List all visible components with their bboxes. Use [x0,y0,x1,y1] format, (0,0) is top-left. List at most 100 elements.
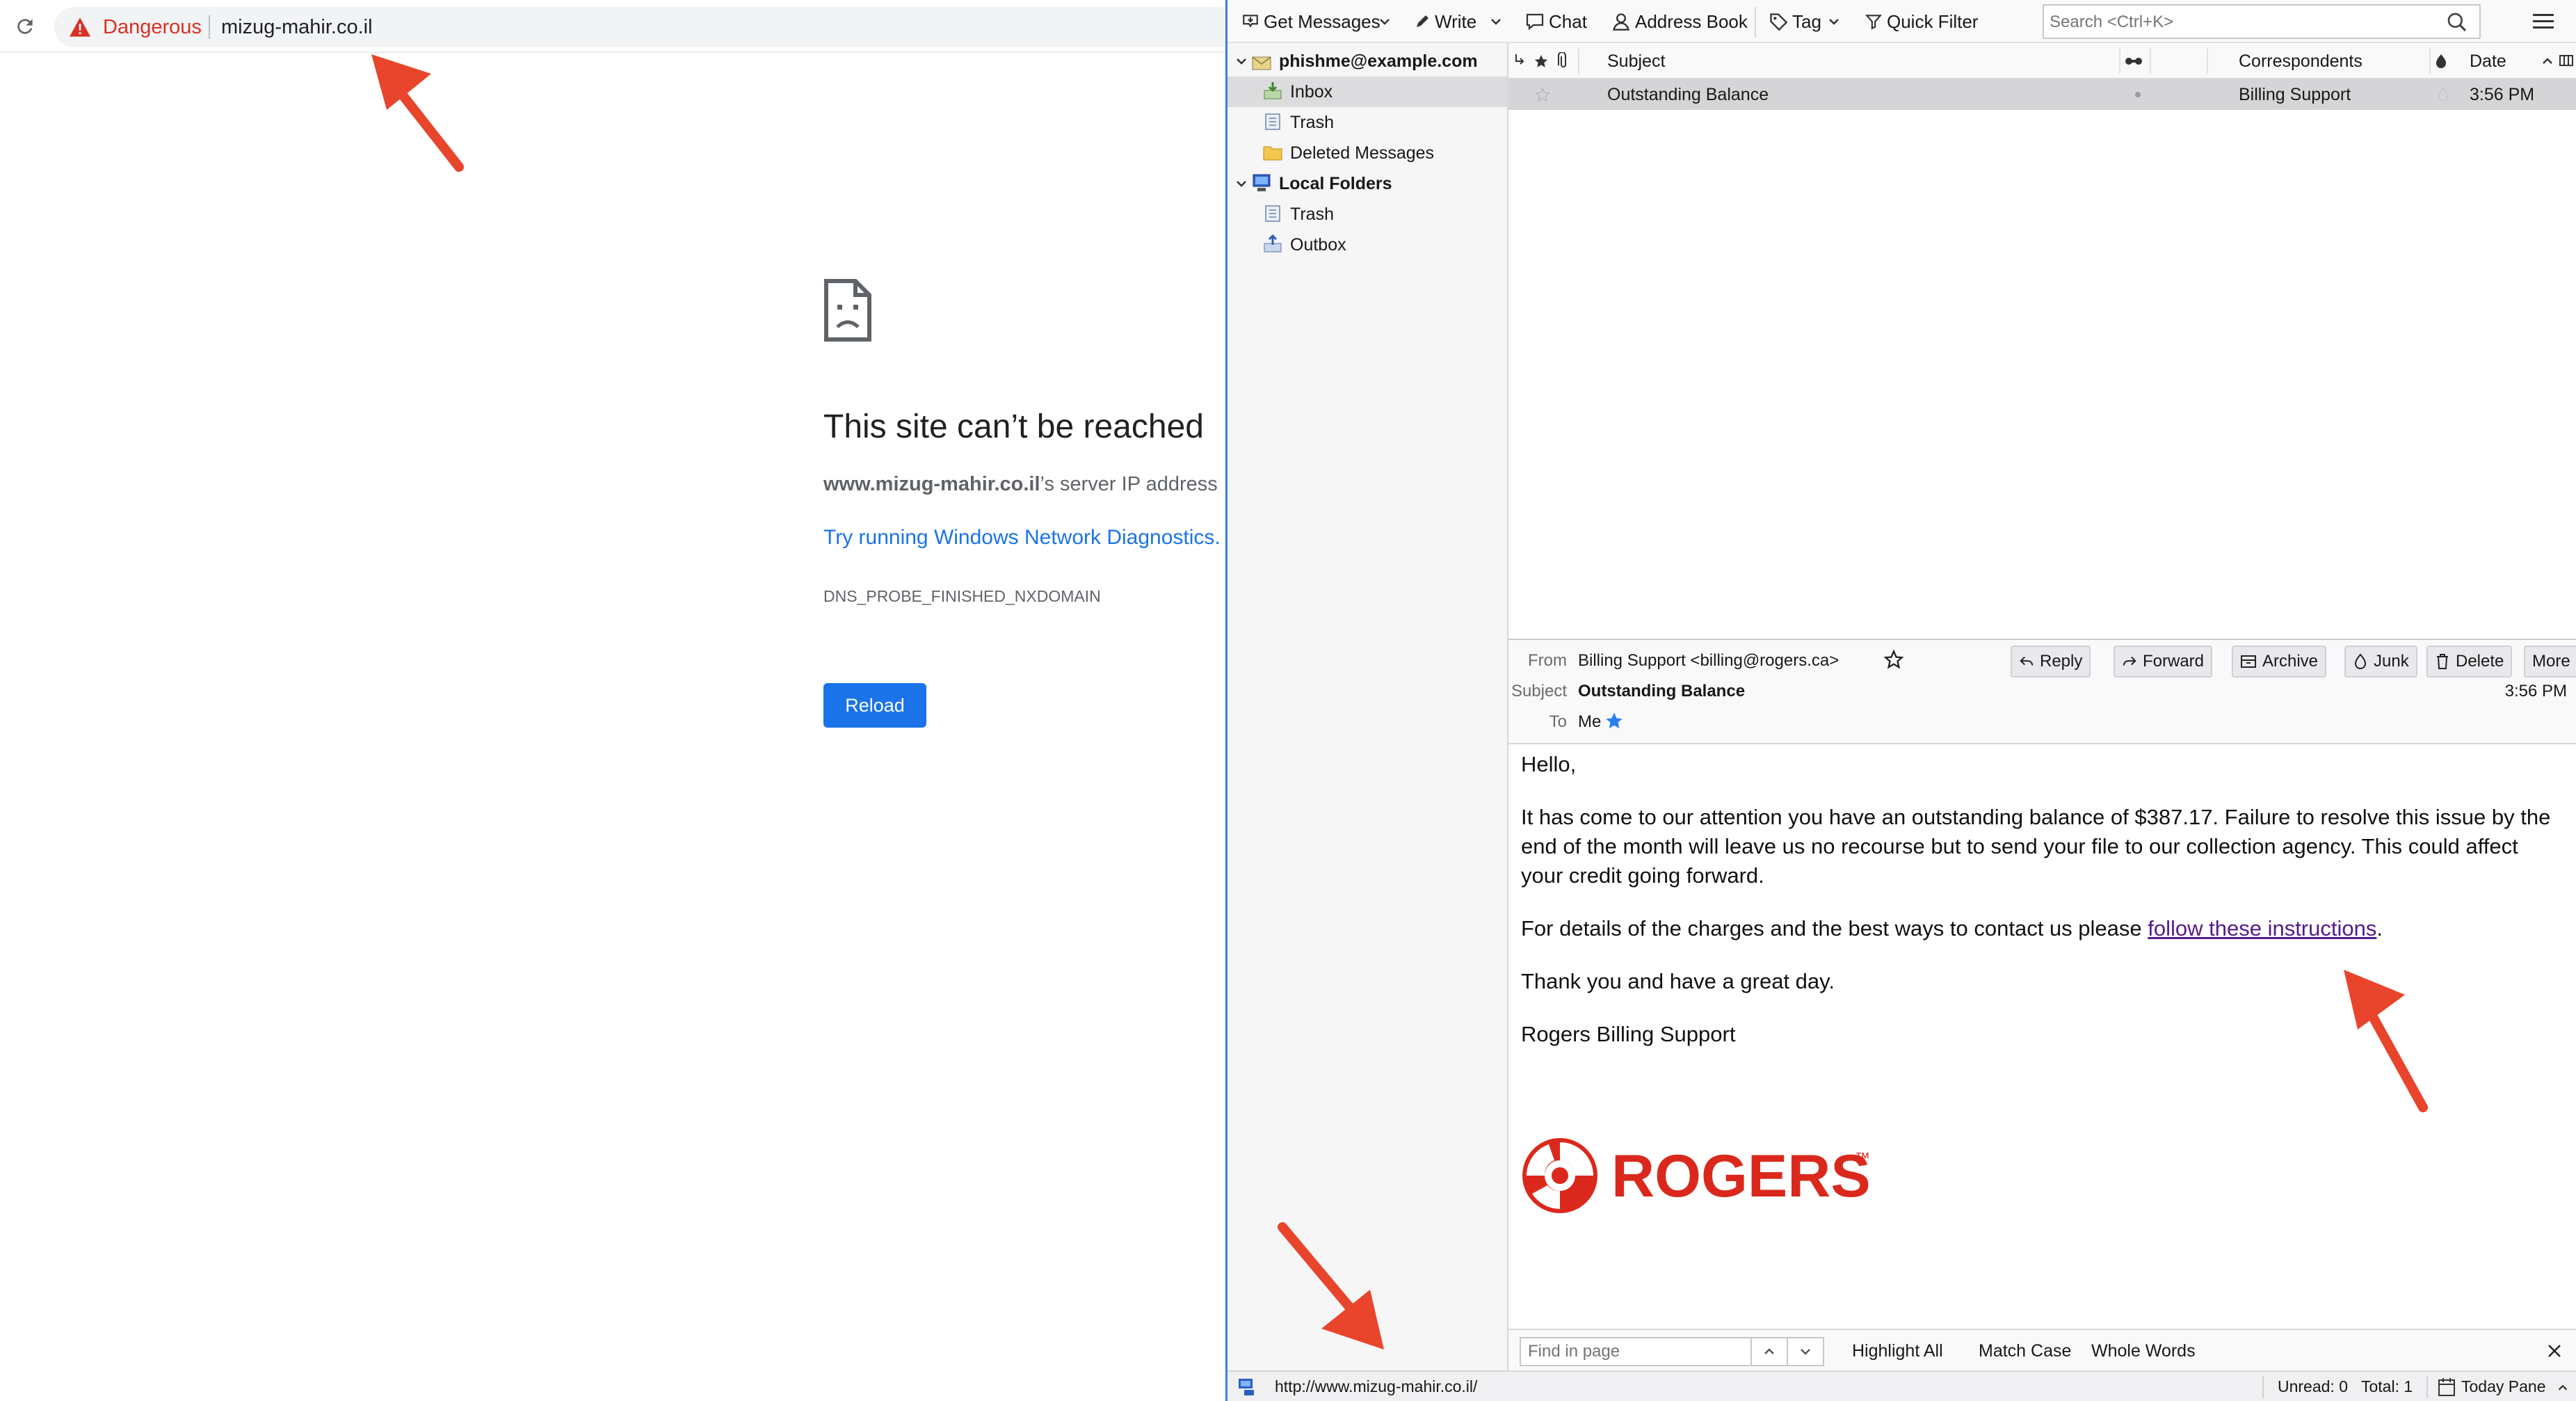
body-greeting: Hello, [1521,752,1577,776]
reply-label: Reply [2040,652,2083,671]
folder-outbox[interactable]: Outbox [1227,230,1507,260]
body-paragraph-1: It has come to our attention you have an… [1521,805,2551,888]
junk-column-icon[interactable] [2433,43,2449,79]
attachment-column-icon[interactable] [1557,43,1570,79]
find-input[interactable] [1520,1337,1752,1366]
find-previous-button[interactable] [1750,1337,1788,1366]
thread-column-icon[interactable] [1514,43,1527,79]
message-row[interactable]: Outstanding Balance Billing Support 3:56… [1508,79,2576,110]
security-status-label[interactable]: Dangerous [103,15,202,39]
chat-button[interactable]: Chat [1525,0,1587,43]
search-input[interactable] [2050,10,2425,35]
folder-account[interactable]: phishme@example.com [1227,46,1507,77]
hamburger-menu-icon[interactable] [2528,7,2559,36]
outbox-icon [1264,234,1282,253]
calendar-icon [2438,1378,2455,1396]
url-text[interactable]: mizug-mahir.co.il [221,15,373,39]
trash-icon [2437,654,2448,669]
highlight-all-button[interactable]: Highlight All [1852,1341,1943,1361]
get-messages-button[interactable]: Get Messages [1241,0,1380,43]
browser-toolbar: Dangerous mizug-mahir.co.il [0,0,1225,53]
annotation-arrow-icon [1278,1222,1384,1350]
reply-button[interactable]: Reply [2011,646,2091,678]
search-icon[interactable] [2446,11,2468,33]
match-case-button[interactable]: Match Case [1979,1341,2071,1361]
toolbar-separator [1755,7,1756,38]
status-url: http://www.mizug-mahir.co.il/ [1275,1377,1478,1395]
junk-status-icon[interactable] [2436,79,2450,110]
reload-button[interactable]: Reload [823,683,926,728]
to-value[interactable]: Me [1578,712,1601,732]
find-next-button[interactable] [1787,1337,1824,1366]
para2-text: For details of the charges and the best … [1521,916,2148,940]
tag-icon [1770,13,1788,31]
junk-button[interactable]: Junk [2344,646,2417,678]
today-pane-toggle[interactable]: Today Pane [2461,1377,2545,1396]
chevron-up-icon [1764,1348,1774,1354]
chevron-down-icon[interactable] [1234,54,1248,68]
read-column-icon[interactable] [2125,43,2143,79]
message-header: From Billing Support <billing@rogers.ca>… [1508,640,2576,744]
from-label: From [1528,651,1567,670]
whole-words-button[interactable]: Whole Words [2091,1341,2196,1361]
para2-end: . [2376,916,2383,940]
star-icon[interactable] [1535,79,1550,110]
thread-header: Subject Correspondents Date [1508,43,2576,79]
online-status-icon[interactable] [1237,1377,1258,1397]
sort-ascending-icon[interactable] [2541,43,2554,79]
folder-local-folders[interactable]: Local Folders [1227,168,1507,199]
write-button[interactable]: Write [1414,0,1476,43]
forward-button[interactable]: Forward [2114,646,2213,678]
star-filled-icon[interactable] [1604,711,1624,730]
phishing-link[interactable]: follow these instructions [2148,916,2376,940]
get-messages-dropdown[interactable] [1378,0,1396,43]
from-value[interactable]: Billing Support <billing@rogers.ca> [1578,651,1839,671]
correspondents-column-header[interactable]: Correspondents [2239,43,2362,79]
message-time: 3:56 PM [2504,682,2567,700]
logo-trademark: ™ [1855,1149,1870,1167]
subject-label: Subject [1511,682,1567,700]
reload-icon[interactable] [11,13,39,40]
total-count: Total: 1 [2361,1377,2413,1395]
tag-button[interactable]: Tag [1769,0,1845,43]
star-icon[interactable] [1884,650,1903,669]
folder-inbox[interactable]: Inbox [1227,77,1507,107]
error-host: www.mizug-mahir.co.il [823,473,1040,495]
column-picker-icon[interactable] [2559,43,2574,79]
date-column-header[interactable]: Date [2470,43,2506,79]
filter-icon [1865,15,1883,30]
column-separator [2150,49,2151,74]
chevron-up-icon[interactable] [2556,1382,2570,1394]
folder-local-trash[interactable]: Trash [1227,199,1507,230]
sad-page-icon [824,279,871,342]
mail-toolbar: Get Messages Write Chat Address Book Tag [1227,0,2576,43]
chevron-down-icon[interactable] [1234,177,1248,191]
subject-column-header[interactable]: Subject [1607,43,1665,79]
star-column-icon[interactable] [1533,43,1549,79]
status-bar: http://www.mizug-mahir.co.il/ Unread: 0 … [1227,1370,2576,1401]
search-box[interactable] [2043,4,2481,39]
archive-button[interactable]: Archive [2232,646,2327,678]
delete-button[interactable]: Delete [2426,646,2513,678]
quick-filter-button[interactable]: Quick Filter [1865,0,1978,43]
close-icon[interactable] [2543,1340,2566,1362]
address-bar[interactable]: Dangerous mizug-mahir.co.il [54,7,1225,47]
browser-window: Dangerous mizug-mahir.co.il This site ca… [0,0,1225,1401]
folder-deleted-messages[interactable]: Deleted Messages [1227,138,1507,168]
column-separator [1578,49,1579,74]
write-dropdown[interactable] [1489,0,1507,43]
find-bar: Highlight All Match Case Whole Words [1508,1329,2576,1370]
read-status-dot[interactable] [2134,79,2141,110]
more-button[interactable]: More [2524,646,2576,678]
annotation-arrow-icon [2344,970,2428,1112]
column-separator [2429,49,2431,74]
folder-trash[interactable]: Trash [1227,107,1507,138]
address-book-button[interactable]: Address Book [1611,0,1748,43]
folder-label: phishme@example.com [1279,51,1478,71]
error-code: DNS_PROBE_FINISHED_NXDOMAIN [823,587,1101,605]
chat-icon [1526,13,1544,31]
diagnostics-link[interactable]: Try running Windows Network Diagnostics. [823,526,1221,550]
forward-icon [2123,656,2136,666]
forward-label: Forward [2143,652,2205,671]
junk-icon [2354,653,2367,669]
